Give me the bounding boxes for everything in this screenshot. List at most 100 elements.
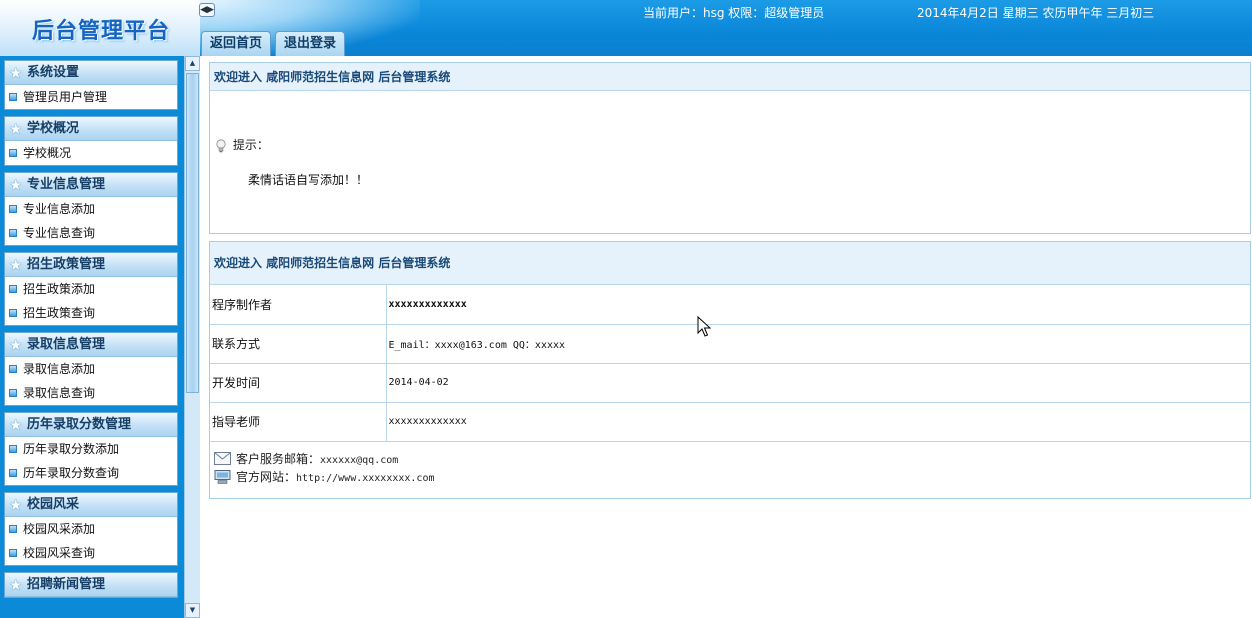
menu-group-header[interactable]: ★ 专业信息管理 — [5, 173, 177, 197]
email-label: 客户服务邮箱： — [236, 451, 321, 466]
square-bullet-icon — [9, 285, 17, 293]
sidebar-item-major-add[interactable]: 专业信息添加 — [5, 197, 177, 221]
sidebar-item-label: 录取信息查询 — [23, 386, 96, 400]
tab-logout[interactable]: 退出登录 — [275, 31, 346, 56]
main-content: 欢迎进入 咸阳师范招生信息网 后台管理系统 提示： 柔情话语自写添加！！ 欢迎进… — [200, 56, 1252, 618]
site-value[interactable]: http://www.xxxxxxxx.com — [296, 473, 434, 484]
envelope-icon — [214, 451, 231, 465]
menu-group-campus: ★ 校园风采 校园风采添加 校园风采查询 — [4, 492, 178, 566]
table-row: 指导老师 xxxxxxxxxxxxx — [210, 402, 1250, 442]
row-value: xxxxxxxxxxxxx — [386, 285, 1250, 325]
star-icon: ★ — [9, 576, 23, 594]
table-row: 程序制作者 xxxxxxxxxxxxx — [210, 285, 1250, 325]
menu-group-header[interactable]: ★ 录取信息管理 — [5, 333, 177, 357]
menu-group-title: 录取信息管理 — [27, 337, 106, 352]
row-label: 联系方式 — [210, 324, 387, 364]
sidebar-item-label: 校园风采查询 — [23, 546, 96, 560]
square-bullet-icon — [9, 205, 17, 213]
sidebar-item-school-overview[interactable]: 学校概况 — [5, 141, 177, 165]
row-value: xxxxxxxxxxxxx — [386, 402, 1250, 442]
star-icon: ★ — [9, 336, 23, 354]
star-icon: ★ — [9, 256, 23, 274]
sidebar-item-admission-add[interactable]: 录取信息添加 — [5, 357, 177, 381]
square-bullet-icon — [9, 309, 17, 317]
welcome-panel-title: 欢迎进入 咸阳师范招生信息网 后台管理系统 — [210, 63, 1250, 91]
scroll-up-icon[interactable]: ▲ — [185, 56, 200, 71]
menu-group-header[interactable]: ★ 学校概况 — [5, 117, 177, 141]
sidebar-item-scores-add[interactable]: 历年录取分数添加 — [5, 437, 177, 461]
menu-group-title: 招生政策管理 — [27, 257, 106, 272]
square-bullet-icon — [9, 365, 17, 373]
sidebar-item-scores-query[interactable]: 历年录取分数查询 — [5, 461, 177, 485]
menu-group-title: 专业信息管理 — [27, 177, 106, 192]
table-row: 联系方式 E_mail：xxxx@163.com QQ：xxxxx — [210, 324, 1250, 364]
menu-group-header[interactable]: ★ 招生政策管理 — [5, 253, 177, 277]
square-bullet-icon — [9, 525, 17, 533]
menu-group-title: 系统设置 — [27, 65, 80, 80]
scroll-thumb[interactable] — [186, 73, 199, 393]
star-icon: ★ — [9, 176, 23, 194]
sidebar-item-campus-add[interactable]: 校园风采添加 — [5, 517, 177, 541]
scroll-down-icon[interactable]: ▼ — [185, 603, 200, 618]
sidebar-item-admission-query[interactable]: 录取信息查询 — [5, 381, 177, 405]
date-info: 2014年4月2日 星期三 农历甲午年 三月初三 — [917, 6, 1155, 20]
welcome-panel: 欢迎进入 咸阳师范招生信息网 后台管理系统 提示： 柔情话语自写添加！！ — [209, 62, 1251, 234]
row-label: 程序制作者 — [210, 285, 387, 325]
star-icon: ★ — [9, 120, 23, 138]
sidebar-item-label: 学校概况 — [23, 146, 72, 160]
menu-group-news: ★ 招聘新闻管理 — [4, 572, 178, 598]
menu-group-title: 学校概况 — [27, 121, 80, 136]
site-label: 官方网站： — [236, 469, 297, 484]
tip-content: 柔情话语自写添加！！ — [248, 173, 369, 187]
row-value: E_mail：xxxx@163.com QQ：xxxxx — [386, 324, 1250, 364]
sidebar-item-admin-users[interactable]: 管理员用户管理 — [5, 85, 177, 109]
sidebar-item-major-query[interactable]: 专业信息查询 — [5, 221, 177, 245]
row-label: 指导老师 — [210, 402, 387, 442]
computer-icon — [214, 469, 231, 484]
menu-group-header[interactable]: ★ 历年录取分数管理 — [5, 413, 177, 437]
sidebar-menu: ★ 系统设置 管理员用户管理 ★ 学校概况 学校概况 ★ 专业信息管理 专业信息… — [4, 60, 178, 604]
sidebar-item-policy-query[interactable]: 招生政策查询 — [5, 301, 177, 325]
menu-group-policy: ★ 招生政策管理 招生政策添加 招生政策查询 — [4, 252, 178, 326]
current-user-info: 当前用户：hsg 权限：超级管理员 — [643, 6, 825, 20]
square-bullet-icon — [9, 229, 17, 237]
lightbulb-icon — [216, 138, 226, 152]
square-bullet-icon — [9, 469, 17, 477]
sidebar: ★ 系统设置 管理员用户管理 ★ 学校概况 学校概况 ★ 专业信息管理 专业信息… — [0, 56, 200, 618]
email-value[interactable]: xxxxxx@qq.com — [320, 455, 398, 466]
info-panel-title: 欢迎进入 咸阳师范招生信息网 后台管理系统 — [210, 242, 1250, 285]
tab-home[interactable]: 返回首页 — [201, 31, 272, 56]
mouse-cursor-icon — [697, 316, 711, 337]
sidebar-item-campus-query[interactable]: 校园风采查询 — [5, 541, 177, 565]
star-icon: ★ — [9, 64, 23, 82]
contact-email-row: 客户服务邮箱：xxxxxx@qq.com — [214, 450, 1250, 468]
sidebar-item-policy-add[interactable]: 招生政策添加 — [5, 277, 177, 301]
square-bullet-icon — [9, 93, 17, 101]
menu-group-school: ★ 学校概况 学校概况 — [4, 116, 178, 166]
sidebar-item-label: 历年录取分数添加 — [23, 442, 120, 456]
sidebar-item-label: 历年录取分数查询 — [23, 466, 120, 480]
logo: 后台管理平台 — [32, 18, 171, 44]
menu-group-major: ★ 专业信息管理 专业信息添加 专业信息查询 — [4, 172, 178, 246]
menu-group-title: 招聘新闻管理 — [27, 577, 106, 592]
menu-group-header[interactable]: ★ 校园风采 — [5, 493, 177, 517]
menu-group-header[interactable]: ★ 招聘新闻管理 — [5, 573, 177, 597]
contact-site-row: 官方网站：http://www.xxxxxxxx.com — [214, 468, 1250, 486]
square-bullet-icon — [9, 149, 17, 157]
square-bullet-icon — [9, 549, 17, 557]
sidebar-toggle-icon[interactable]: ◀▶ — [199, 3, 215, 17]
table-row: 开发时间 2014-04-02 — [210, 363, 1250, 403]
menu-group-system: ★ 系统设置 管理员用户管理 — [4, 60, 178, 110]
menu-group-admission: ★ 录取信息管理 录取信息添加 录取信息查询 — [4, 332, 178, 406]
sidebar-item-label: 校园风采添加 — [23, 522, 96, 536]
menu-group-header[interactable]: ★ 系统设置 — [5, 61, 177, 85]
square-bullet-icon — [9, 389, 17, 397]
sidebar-item-label: 专业信息添加 — [23, 202, 96, 216]
row-label: 开发时间 — [210, 363, 387, 403]
star-icon: ★ — [9, 496, 23, 514]
sidebar-item-label: 专业信息查询 — [23, 226, 96, 240]
sidebar-scrollbar[interactable]: ▲ ▼ — [184, 56, 200, 618]
sidebar-item-label: 管理员用户管理 — [23, 90, 108, 104]
contact-info: 客户服务邮箱：xxxxxx@qq.com 官方网站：http://www.xxx… — [210, 442, 1250, 486]
info-panel: 欢迎进入 咸阳师范招生信息网 后台管理系统 程序制作者 xxxxxxxxxxxx… — [209, 241, 1251, 499]
